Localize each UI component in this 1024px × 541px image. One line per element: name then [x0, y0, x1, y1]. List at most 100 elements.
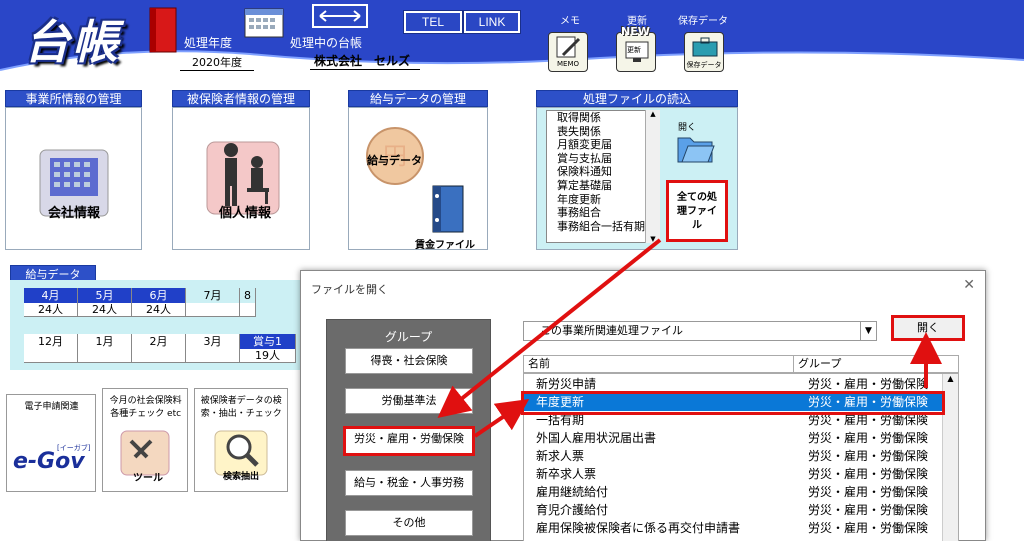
month-cell[interactable]: 5月	[78, 288, 132, 303]
table-row[interactable]: 雇用継続給付 労災・雇用・労働保険	[524, 484, 944, 501]
group-button[interactable]: 得喪・社会保険	[345, 348, 473, 374]
search-box[interactable]: 被保険者データの検索・抽出・チェック 検索抽出	[194, 388, 288, 492]
month-cell[interactable]: 6月	[132, 288, 186, 303]
fiscal-year-label: 処理年度	[184, 36, 233, 50]
memo-icon-text: MEMO	[556, 60, 579, 68]
month-cell[interactable]: 8月	[240, 288, 256, 303]
tool-title: 今月の社会保険料各種チェック etc	[109, 396, 182, 419]
row-group: 労災・雇用・労働保険	[808, 503, 929, 517]
tool-box[interactable]: 今月の社会保険料各種チェック etc ツール	[102, 388, 188, 492]
ledger-label: 処理中の台帳	[290, 36, 363, 50]
list-item[interactable]: 年度更新	[547, 193, 659, 207]
count-cell	[24, 349, 78, 363]
count-cell: 24人	[24, 303, 78, 317]
file-scope-select[interactable]: この事業所関連処理ファイル ▼	[523, 321, 877, 341]
insured-panel[interactable]: 個人情報	[172, 107, 310, 250]
tel-button[interactable]: TEL	[404, 11, 462, 33]
table-row[interactable]: 育児介護給付 労災・雇用・労働保険	[524, 502, 944, 519]
list-item[interactable]: 保険料通知	[547, 165, 659, 179]
row-group: 労災・雇用・労働保険	[808, 431, 929, 445]
column-group[interactable]: グループ	[794, 356, 841, 372]
group-button[interactable]: 労働基準法	[345, 388, 473, 414]
list-item[interactable]: 算定基礎届	[547, 179, 659, 193]
row-group: 労災・雇用・労働保険	[808, 467, 929, 481]
process-file-list[interactable]: 取得関係 喪失関係 月額変更届 賞与支払届 保険料通知 算定基礎届 年度更新 事…	[546, 110, 660, 243]
personal-info-label: 個人情報	[219, 206, 272, 221]
row-name: 外国人雇用状況届出書	[536, 431, 657, 445]
new-badge: NEW	[621, 25, 650, 38]
month-cell[interactable]: 1月	[78, 334, 132, 349]
search-label: 検索抽出	[223, 472, 260, 482]
chevron-down-icon[interactable]: ▼	[860, 322, 876, 340]
fiscal-year-value: 2020年度	[180, 54, 254, 71]
month-cell[interactable]: 3月	[186, 334, 240, 349]
column-name[interactable]: 名前	[524, 356, 794, 372]
group-button-selected[interactable]: 労災・雇用・労働保険	[343, 426, 475, 456]
count-cell	[78, 349, 132, 363]
insured-panel-title: 被保険者情報の管理	[172, 90, 310, 107]
salary-panel[interactable]: 円 給与データ 賃金ファイル	[348, 107, 488, 251]
row-group: 労災・雇用・労働保険	[808, 449, 929, 463]
red-book-icon	[149, 7, 177, 53]
scroll-up-icon[interactable]: ▲	[943, 374, 958, 383]
app-logo: 台帳	[24, 15, 120, 69]
count-cell	[186, 349, 240, 363]
month-cell[interactable]: 2月	[132, 334, 186, 349]
open-folder-icon	[677, 137, 715, 163]
salary-panel-title: 給与データの管理	[348, 90, 488, 107]
memo-pencil-icon	[556, 36, 581, 58]
dialog-title: ファイルを開く	[311, 283, 388, 296]
row-name: 雇用保険被保険者に係る再交付申請書	[536, 521, 741, 535]
save-data-button[interactable]: 保存データ	[684, 32, 724, 72]
list-item[interactable]: 事務組合一括有期	[547, 220, 659, 234]
tool-label: ツール	[133, 473, 163, 484]
memo-label: メモ	[560, 16, 580, 27]
month-cell[interactable]: 4月	[24, 288, 78, 303]
update-icon-text: 更新	[627, 46, 641, 54]
ledger-value: 株式会社 セルズ	[310, 52, 420, 70]
office-panel[interactable]: 会社情報	[5, 107, 142, 250]
selected-row-highlight	[521, 391, 945, 415]
all-files-button[interactable]: 全ての処理ファイル	[666, 180, 728, 242]
office-panel-title: 事業所情報の管理	[5, 90, 142, 107]
all-files-label: 全ての処理ファイル	[677, 192, 717, 231]
open-button[interactable]: 開く	[891, 315, 965, 341]
count-cell: 24人	[78, 303, 132, 317]
open-file-dialog: ファイルを開く ✕ グループ 得喪・社会保険 労働基準法 労災・雇用・労働保険 …	[300, 270, 986, 541]
count-cell	[186, 303, 240, 317]
scroll-down-icon[interactable]: ▼	[646, 235, 660, 243]
table-row[interactable]: 新卒求人票 労災・雇用・労働保険	[524, 466, 944, 483]
egov-box[interactable]: 電子申請関連 e-Gov [イーガブ]	[6, 394, 96, 492]
list-item[interactable]: 月額変更届	[547, 138, 659, 152]
close-icon[interactable]: ✕	[963, 277, 975, 293]
row-name: 新卒求人票	[536, 467, 597, 481]
count-cell	[240, 303, 256, 317]
list-item[interactable]: 取得関係	[547, 111, 659, 125]
month-cell[interactable]: 7月	[186, 288, 240, 303]
list-item[interactable]: 事務組合	[547, 206, 659, 220]
group-button[interactable]: 給与・税金・人事労務	[345, 470, 473, 496]
list-item[interactable]: 喪失関係	[547, 125, 659, 139]
row-group: 労災・雇用・労働保険	[808, 521, 929, 535]
update-button[interactable]: NEW 更新	[616, 25, 656, 72]
memo-button[interactable]: MEMO	[548, 32, 588, 72]
table-row[interactable]: 新求人票 労災・雇用・労働保険	[524, 448, 944, 465]
table-row[interactable]: 外国人雇用状況届出書 労災・雇用・労働保険	[524, 430, 944, 447]
egov-title: 電子申請関連	[24, 402, 79, 412]
link-button[interactable]: LINK	[464, 11, 520, 33]
process-file-scrollbar[interactable]: ▲ ▼	[645, 110, 660, 243]
row-name: 新求人票	[536, 449, 585, 463]
group-button[interactable]: その他	[345, 510, 473, 536]
row-name: 雇用継続給付	[536, 485, 609, 499]
scroll-up-icon[interactable]: ▲	[646, 110, 660, 118]
calendar-icon[interactable]	[244, 8, 284, 38]
list-item[interactable]: 賞与支払届	[547, 152, 659, 166]
table-row[interactable]: 雇用保険被保険者に係る再交付申請書 労災・雇用・労働保険	[524, 520, 944, 537]
egov-sub: [イーガブ]	[57, 444, 91, 452]
switch-arrows-icon[interactable]	[312, 4, 368, 28]
month-cell[interactable]: 賞与1	[240, 334, 296, 349]
salary-data-grid: 4月 5月 6月 7月 8月 24人 24人 24人 12月 1月 2月 3月 …	[10, 280, 310, 370]
row-group: 労災・雇用・労働保険	[808, 485, 929, 499]
open-folder-button[interactable]: 開く	[666, 116, 726, 172]
month-cell[interactable]: 12月	[24, 334, 78, 349]
